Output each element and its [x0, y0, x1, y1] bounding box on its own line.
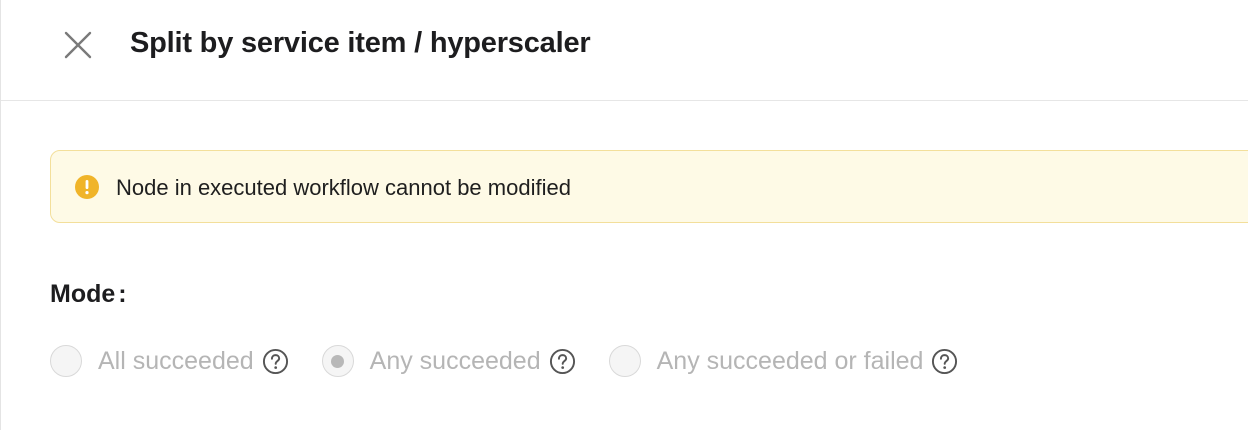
mode-label-colon: : — [118, 280, 127, 308]
help-icon[interactable] — [262, 348, 289, 375]
warning-icon — [75, 175, 99, 199]
mode-label: Mode: — [50, 280, 127, 309]
close-button[interactable] — [61, 28, 95, 62]
warning-message: Node in executed workflow cannot be modi… — [116, 175, 571, 200]
close-icon — [64, 31, 92, 59]
radio-option-any-succeeded-or-failed[interactable]: Any succeeded or failed — [608, 345, 959, 377]
radio-button-any-succeeded-or-failed[interactable] — [608, 345, 641, 377]
radio-label-any-succeeded-or-failed[interactable]: Any succeeded or failed — [657, 347, 924, 376]
panel-title: Split by service item / hyperscaler — [130, 27, 591, 59]
radio-option-any-succeeded[interactable]: Any succeeded — [321, 345, 576, 377]
mode-label-text: Mode — [50, 280, 116, 308]
radio-button-all-succeeded[interactable] — [50, 345, 82, 377]
help-icon[interactable] — [931, 348, 958, 375]
mode-radio-group: All succeeded Any succeeded Any succeede… — [50, 344, 991, 378]
help-icon[interactable] — [549, 348, 576, 375]
panel-header: Split by service item / hyperscaler — [1, 0, 1248, 101]
radio-label-any-succeeded[interactable]: Any succeeded — [370, 347, 541, 376]
radio-label-all-succeeded[interactable]: All succeeded — [98, 347, 254, 376]
readonly-warning-banner: Node in executed workflow cannot be modi… — [50, 150, 1248, 223]
radio-selected-dot — [331, 354, 345, 368]
radio-button-any-succeeded[interactable] — [321, 345, 354, 377]
radio-option-all-succeeded[interactable]: All succeeded — [50, 345, 289, 377]
node-settings-panel: Split by service item / hyperscaler Node… — [0, 0, 1248, 430]
